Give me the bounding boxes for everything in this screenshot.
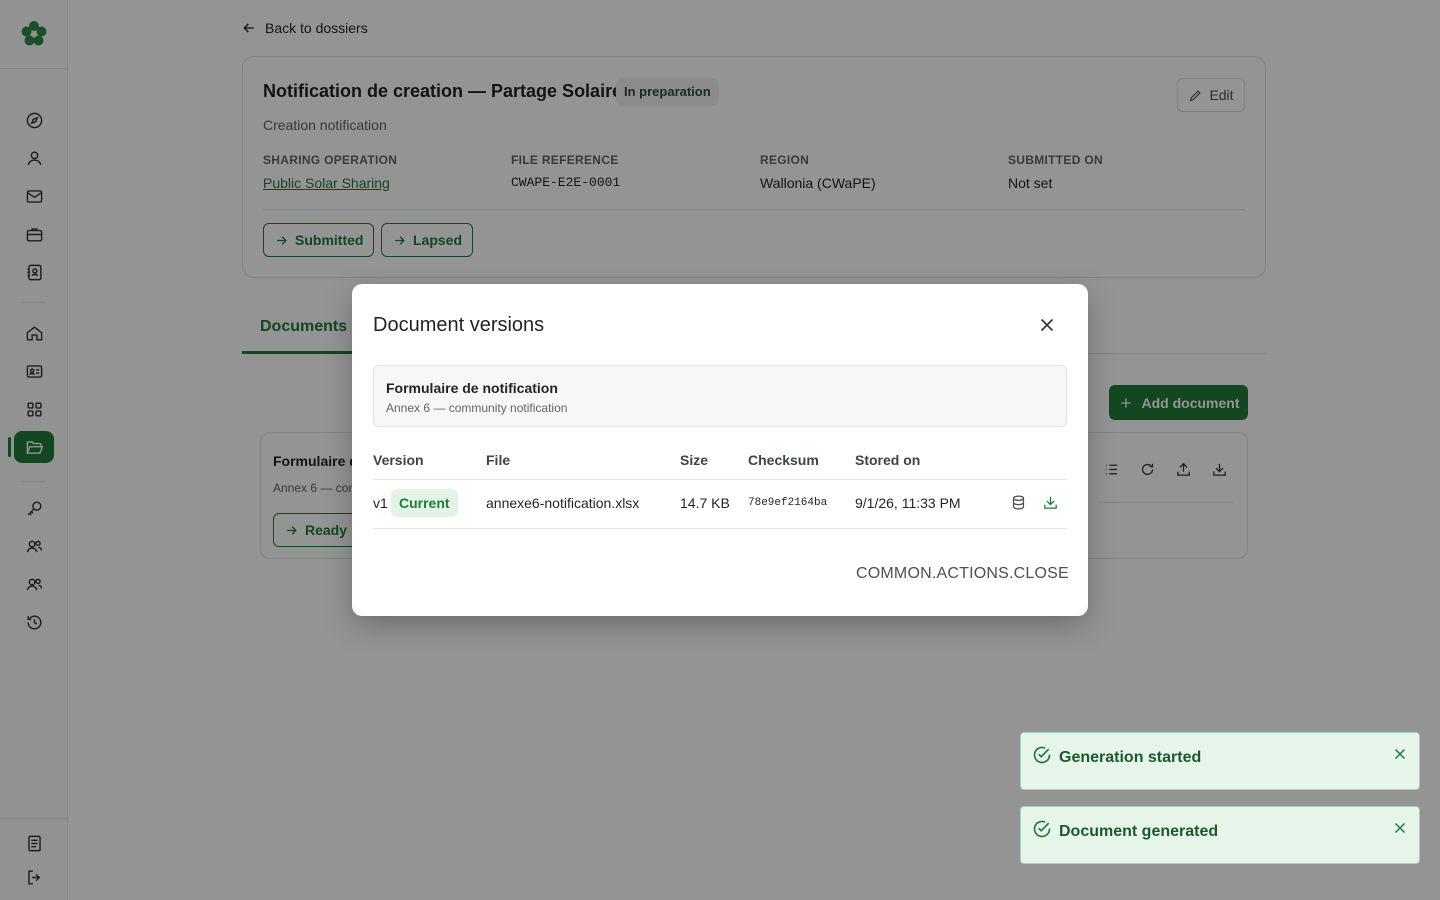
column-header-version: Version: [373, 452, 424, 468]
table-row-divider: [373, 528, 1067, 529]
file-size: 14.7 KB: [680, 495, 730, 511]
document-summary: Formulaire de notification Annex 6 — com…: [373, 365, 1067, 427]
checksum: 78e9ef2164ba: [748, 497, 828, 509]
close-icon[interactable]: [1036, 314, 1058, 336]
close-icon[interactable]: [1391, 819, 1409, 837]
table-header-divider: [373, 479, 1067, 480]
check-circle-icon: [1032, 819, 1054, 841]
toast-document-generated: Document generated: [1020, 806, 1420, 864]
document-subtitle: Annex 6 — community notification: [386, 401, 568, 415]
document-title: Formulaire de notification: [386, 380, 558, 396]
file-name: annexe6-notification.xlsx: [486, 495, 640, 511]
column-header-file: File: [486, 452, 511, 468]
toast-generation-started: Generation started: [1020, 732, 1420, 790]
check-circle-icon: [1032, 745, 1054, 767]
toast-message: Document generated: [1059, 823, 1219, 840]
dialog-title: Document versions: [373, 314, 545, 336]
database-icon[interactable]: [1010, 494, 1028, 512]
toast-message: Generation started: [1059, 749, 1202, 766]
close-button[interactable]: COMMON.ACTIONS.CLOSE: [856, 565, 1069, 583]
column-header-stored-on: Stored on: [855, 452, 921, 468]
download-icon[interactable]: [1042, 494, 1060, 512]
version-number: v1: [373, 495, 388, 511]
stored-on: 9/1/26, 11:33 PM: [855, 495, 961, 511]
current-badge: Current: [391, 489, 458, 517]
document-versions-dialog: Document versions Formulaire de notifica…: [352, 284, 1088, 616]
column-header-size: Size: [680, 452, 709, 468]
column-header-checksum: Checksum: [748, 452, 819, 468]
close-icon[interactable]: [1391, 745, 1409, 763]
